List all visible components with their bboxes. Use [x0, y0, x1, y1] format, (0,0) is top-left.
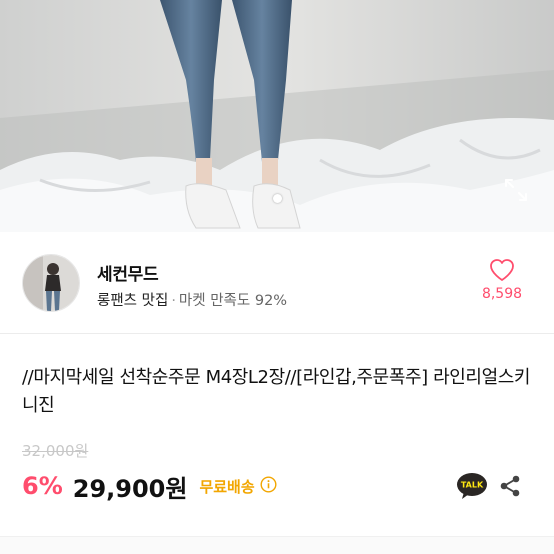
shop-name[interactable]: 세컨무드: [97, 260, 159, 285]
shop-tag: 롱팬츠 맛집: [97, 293, 169, 309]
like-count: 8,598: [481, 286, 523, 302]
sale-price: 29,900원: [72, 474, 188, 503]
heart-icon[interactable]: [489, 258, 515, 282]
original-price: 32,000원: [22, 442, 89, 460]
shipping-label: 무료배송: [199, 477, 255, 496]
product-image[interactable]: [0, 0, 554, 232]
shop-avatar[interactable]: [22, 254, 80, 312]
info-icon[interactable]: [260, 475, 277, 497]
carousel-dot-active[interactable]: [272, 194, 282, 203]
talk-label: TALK: [461, 481, 484, 490]
bottom-divider: [0, 536, 554, 554]
share-icon[interactable]: [498, 474, 522, 498]
shop-meta: 롱팬츠 맛집 · 마켓 만족도 92%: [97, 289, 287, 310]
product-title: //마지막세일 선착순주문 M4장L2장//[라인갑,주문폭주] 라인리얼스키니…: [22, 367, 531, 416]
shop-info: 세컨무드 롱팬츠 맛집 · 마켓 만족도 92% 8,598: [0, 232, 554, 334]
expand-icon[interactable]: [502, 176, 530, 204]
meta-separator: ·: [171, 293, 176, 309]
shop-satisfaction: 마켓 만족도 92%: [178, 293, 288, 309]
free-shipping-badge[interactable]: 무료배송: [199, 475, 277, 497]
kakao-talk-icon[interactable]: TALK: [456, 472, 488, 500]
price-row: 6% 29,900원 무료배송: [22, 470, 277, 503]
carousel-indicator: [0, 194, 554, 206]
discount-rate: 6%: [22, 472, 63, 500]
like-button[interactable]: 8,598: [472, 258, 532, 302]
